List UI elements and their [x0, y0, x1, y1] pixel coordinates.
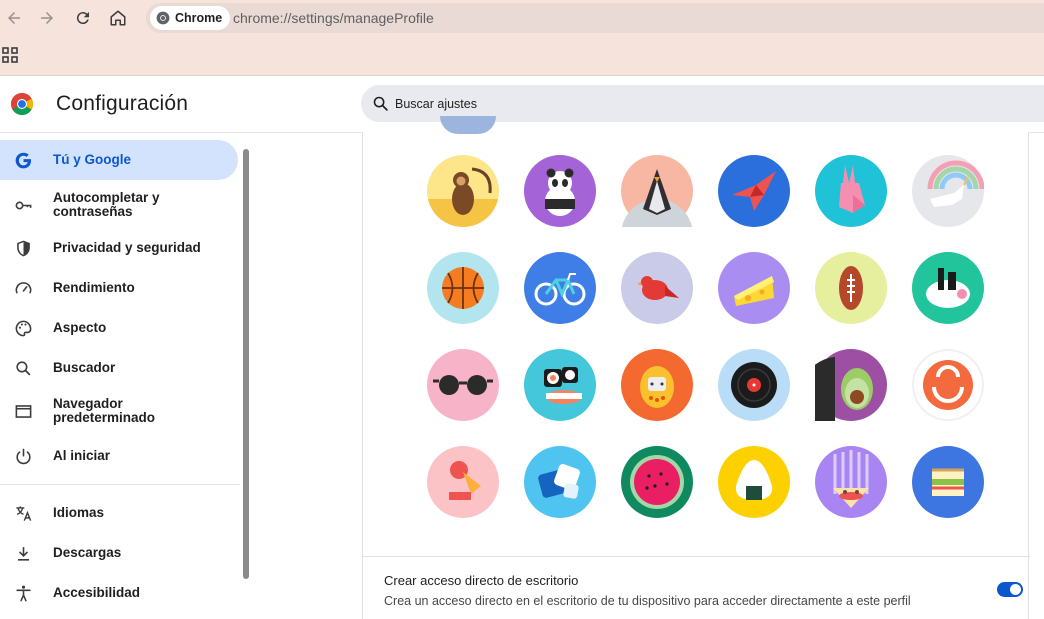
manage-profile-card: Crear acceso directo de escritorio Crea …: [362, 116, 1030, 619]
sidebar-item-label: Rendimiento: [53, 280, 135, 295]
sidebar-divider: [0, 484, 240, 485]
sidebar-item-autofill[interactable]: Autocompletar y contraseñas: [0, 185, 238, 225]
translate-icon: [13, 503, 33, 523]
google-g-icon: [13, 150, 33, 170]
download-icon: [13, 543, 33, 563]
sidebar-item-label: Tú y Google: [53, 152, 132, 167]
avatar-option-origami-bird[interactable]: [718, 155, 790, 227]
avatar-option-smile[interactable]: [912, 349, 984, 421]
sidebar-item-label: Aspecto: [53, 320, 107, 335]
sidebar-item-label: Descargas: [53, 545, 122, 560]
avatar-option-penguin[interactable]: [621, 155, 693, 227]
address-bar[interactable]: Chrome chrome://settings/manageProfile: [146, 3, 1044, 33]
avatar-option-unicorn[interactable]: [912, 155, 984, 227]
chrome-logo-icon: [11, 93, 33, 115]
avatar-option-partial[interactable]: [440, 116, 496, 134]
chrome-logo-icon: [156, 11, 170, 25]
avatar-option-bicycle[interactable]: [524, 252, 596, 324]
key-icon: [13, 195, 33, 215]
url-text[interactable]: chrome://settings/manageProfile: [233, 10, 434, 26]
sidebar-item-label: Privacidad y seguridad: [53, 240, 201, 255]
avatar-option-tamagotchi[interactable]: [621, 349, 693, 421]
apps-grid-icon[interactable]: [2, 47, 18, 63]
sidebar-item-accessibility[interactable]: Accesibilidad: [0, 573, 238, 613]
sidebar-item-downloads[interactable]: Descargas: [0, 533, 238, 573]
settings-header: Configuración: [0, 76, 1044, 133]
desktop-shortcut-title: Crear acceso directo de escritorio: [384, 573, 579, 588]
browser-window-icon: [13, 401, 33, 421]
avatar-option-red-bird[interactable]: [621, 252, 693, 324]
sidebar-item-performance[interactable]: Rendimiento: [0, 268, 238, 308]
avatar-option-cheese[interactable]: [718, 252, 790, 324]
chrome-chip[interactable]: Chrome: [150, 6, 231, 30]
avatar-option-basketball[interactable]: [427, 252, 499, 324]
desktop-shortcut-toggle[interactable]: [997, 582, 1023, 597]
reload-icon[interactable]: [69, 4, 97, 32]
sidebar-item-on-startup[interactable]: Al iniciar: [0, 436, 238, 476]
sidebar-item-label: Navegador predeterminado: [53, 396, 156, 425]
palette-icon: [13, 318, 33, 338]
sidebar-scrollbar[interactable]: [243, 149, 249, 579]
sidebar-item-label: Al iniciar: [53, 448, 111, 463]
sidebar-item-appearance[interactable]: Aspecto: [0, 308, 238, 348]
speedometer-icon: [13, 278, 33, 298]
sidebar-item-privacy[interactable]: Privacidad y seguridad: [0, 228, 238, 268]
avatar-option-football[interactable]: [815, 252, 887, 324]
accessibility-icon: [13, 583, 33, 603]
sidebar-item-you-and-google[interactable]: Tú y Google: [0, 140, 238, 180]
avatar-option-rabbit[interactable]: [815, 155, 887, 227]
chip-label: Chrome: [175, 11, 223, 25]
avatar-option-sushi-bowl[interactable]: [912, 252, 984, 324]
shield-icon: [13, 238, 33, 258]
home-icon[interactable]: [104, 4, 132, 32]
forward-arrow-icon[interactable]: [33, 4, 61, 32]
settings-sidebar: Tú y Google Autocompletar y contraseñas …: [0, 133, 256, 619]
sidebar-item-label: Autocompletar y contraseñas: [53, 190, 160, 219]
toggle-knob: [1010, 584, 1021, 595]
browser-toolbar: Chrome chrome://settings/manageProfile: [0, 0, 1044, 36]
search-icon: [13, 358, 33, 378]
avatar-option-monkey[interactable]: [427, 155, 499, 227]
avatar-option-watermelon[interactable]: [621, 446, 693, 518]
avatar-option-vinyl-record[interactable]: [718, 349, 790, 421]
section-divider: [363, 556, 1030, 557]
desktop-shortcut-description: Crea un acceso directo en el escritorio …: [384, 594, 911, 608]
avatar-option-ice-cream[interactable]: [427, 446, 499, 518]
bookmarks-bar: [0, 36, 1044, 76]
avatar-option-panda[interactable]: [524, 155, 596, 227]
search-input[interactable]: [395, 89, 995, 118]
avatar-option-avocado[interactable]: [815, 349, 887, 421]
power-icon: [13, 446, 33, 466]
sidebar-item-search-engine[interactable]: Buscador: [0, 348, 238, 388]
sidebar-item-label: Idiomas: [53, 505, 105, 520]
avatar-option-sunglasses[interactable]: [427, 349, 499, 421]
avatar-option-onigiri[interactable]: [718, 446, 790, 518]
avatar-option-sushi-rolls[interactable]: [524, 349, 596, 421]
avatar-option-cube[interactable]: [524, 446, 596, 518]
search-icon: [373, 96, 388, 111]
page-title: Configuración: [56, 92, 189, 115]
back-arrow-icon[interactable]: [0, 4, 28, 32]
avatar-option-sandwich[interactable]: [912, 446, 984, 518]
avatar-option-pizza[interactable]: [815, 446, 887, 518]
sidebar-item-languages[interactable]: Idiomas: [0, 493, 238, 533]
sidebar-item-label: Accesibilidad: [53, 585, 141, 600]
sidebar-item-default-browser[interactable]: Navegador predeterminado: [0, 391, 238, 431]
sidebar-item-label: Buscador: [53, 360, 116, 375]
